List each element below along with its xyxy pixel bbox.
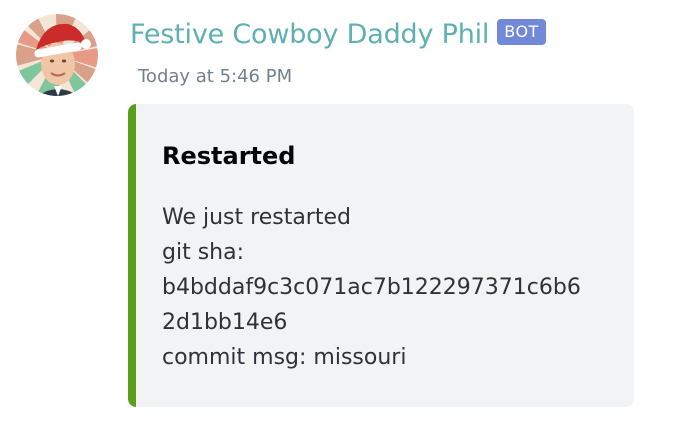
- bot-tag-badge: BOT: [497, 19, 546, 45]
- embed-accent-bar: [128, 104, 136, 407]
- embed-description: We just restarted git sha: b4bddaf9c3c07…: [162, 200, 614, 375]
- embed-description-line: git sha:: [162, 240, 244, 265]
- embed-description-line: b4bddaf9c3c071ac7b122297371c6b6: [162, 275, 581, 300]
- embed-title: Restarted: [162, 142, 296, 170]
- message-embed: Restarted We just restarted git sha: b4b…: [128, 104, 634, 407]
- username[interactable]: Festive Cowboy Daddy Phil: [130, 19, 489, 50]
- embed-description-line: commit msg: missouri: [162, 345, 407, 370]
- user-avatar[interactable]: [16, 14, 98, 96]
- embed-description-line: 2d1bb14e6: [162, 310, 288, 335]
- message-header: Festive Cowboy Daddy Phil BOT: [130, 14, 546, 54]
- chat-message: Festive Cowboy Daddy Phil BOT Today at 5…: [0, 0, 698, 428]
- embed-description-line: We just restarted: [162, 205, 351, 230]
- message-timestamp[interactable]: Today at 5:46 PM: [138, 66, 292, 87]
- festive-avatar-icon: [16, 14, 98, 96]
